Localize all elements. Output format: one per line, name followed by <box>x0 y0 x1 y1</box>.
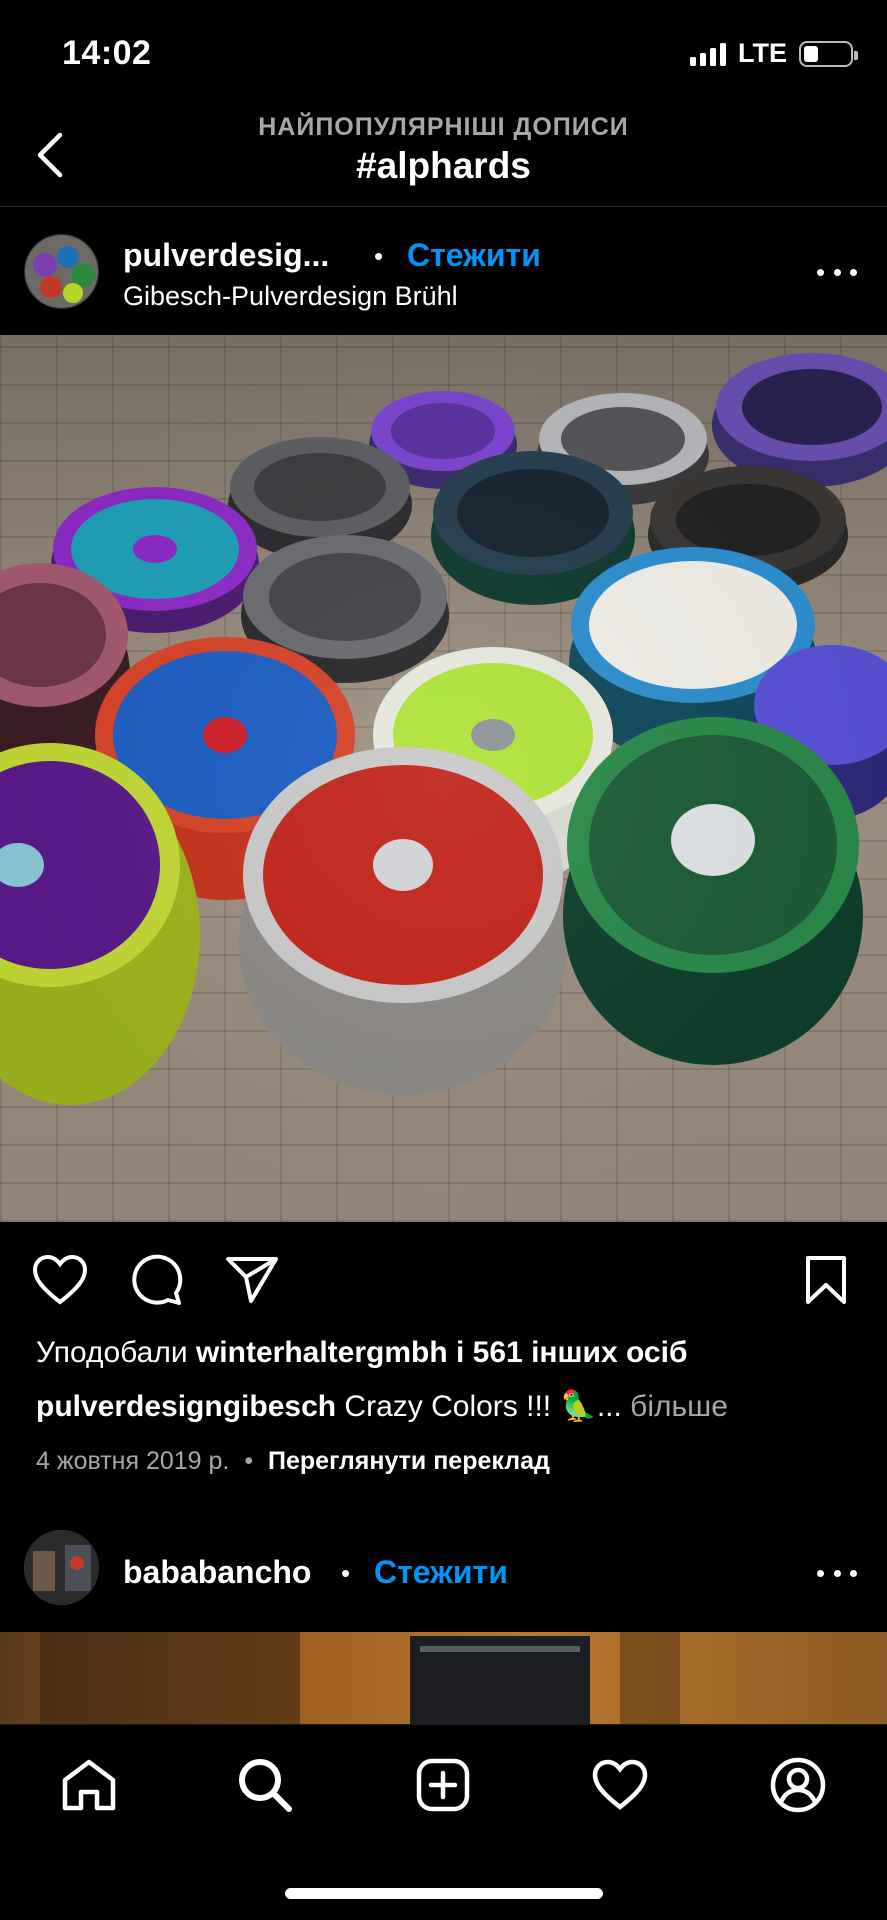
tab-home[interactable] <box>57 1753 121 1817</box>
separator-dot: • <box>374 241 384 271</box>
next-follow-button[interactable]: Стежити <box>374 1554 508 1591</box>
page-title: #alphards <box>356 145 531 186</box>
share-button[interactable] <box>222 1250 282 1310</box>
avatar[interactable] <box>24 234 99 309</box>
status-time: 14:02 <box>62 34 152 72</box>
post-location[interactable]: Gibesch-Pulverdesign Brühl <box>123 281 458 312</box>
follow-button[interactable]: Стежити <box>407 237 541 274</box>
more-options-button[interactable] <box>817 262 857 282</box>
meta-separator: • <box>244 1447 254 1475</box>
likes-user[interactable]: winterhaltergmbh <box>196 1336 448 1369</box>
caption-text: Crazy Colors !!! 🦜... <box>344 1390 622 1423</box>
next-post-image[interactable] <box>0 1632 887 1724</box>
profile-icon <box>770 1757 826 1813</box>
likes-prefix: Уподобали <box>36 1336 188 1369</box>
send-icon <box>226 1257 278 1303</box>
network-label: LTE <box>738 38 787 68</box>
likes-line: Уподобали winterhaltergmbh і 561 інших о… <box>36 1336 687 1370</box>
tab-profile[interactable] <box>766 1753 830 1817</box>
post-date: 4 жовтня 2019 р. <box>36 1447 230 1475</box>
next-more-options-button[interactable] <box>817 1563 857 1583</box>
battery-icon <box>799 40 858 67</box>
post-header: pulverdesig... • Стежити Gibesch-Pulverd… <box>0 207 887 337</box>
tab-search[interactable] <box>233 1753 297 1817</box>
likes-count[interactable]: і 561 інших осіб <box>456 1336 687 1369</box>
next-post-avatar[interactable] <box>24 1530 99 1605</box>
caption: pulverdesigngibesch Crazy Colors !!! 🦜..… <box>36 1389 728 1424</box>
next-post-header: bababancho • Стежити <box>0 1502 887 1632</box>
translate-link[interactable]: Переглянути переклад <box>268 1447 550 1475</box>
home-icon <box>62 1759 116 1811</box>
next-separator-dot: • <box>341 1558 351 1588</box>
next-post-username[interactable]: bababancho <box>123 1554 311 1591</box>
signal-icon <box>690 42 726 66</box>
comment-icon <box>132 1254 183 1305</box>
post-image[interactable] <box>0 335 887 1222</box>
post-meta: 4 жовтня 2019 р. • Переглянути переклад <box>36 1447 550 1476</box>
status-indicators: LTE <box>690 38 858 69</box>
status-bar: 14:02 LTE <box>0 0 887 105</box>
home-indicator <box>285 1888 603 1899</box>
save-button[interactable] <box>796 1250 856 1310</box>
wheels-photo <box>0 335 887 1222</box>
tab-activity[interactable] <box>588 1753 652 1817</box>
like-button[interactable] <box>30 1250 90 1310</box>
post-username[interactable]: pulverdesig... <box>123 237 329 274</box>
comment-button[interactable] <box>126 1250 186 1310</box>
nav-subtitle: НАЙПОПУЛЯРНІШІ ДОПИСИ <box>258 113 629 141</box>
create-icon <box>416 1758 470 1812</box>
heart-icon <box>32 1254 88 1305</box>
tab-bar <box>0 1724 887 1920</box>
caption-more-link[interactable]: більше <box>630 1390 728 1423</box>
tab-create[interactable] <box>411 1753 475 1817</box>
bookmark-icon <box>806 1256 846 1304</box>
nav-header: НАЙПОПУЛЯРНІШІ ДОПИСИ #alphards <box>0 105 887 207</box>
search-icon <box>239 1759 292 1812</box>
activity-icon <box>592 1759 648 1810</box>
post-actions <box>0 1250 887 1312</box>
caption-username[interactable]: pulverdesigngibesch <box>36 1390 336 1423</box>
